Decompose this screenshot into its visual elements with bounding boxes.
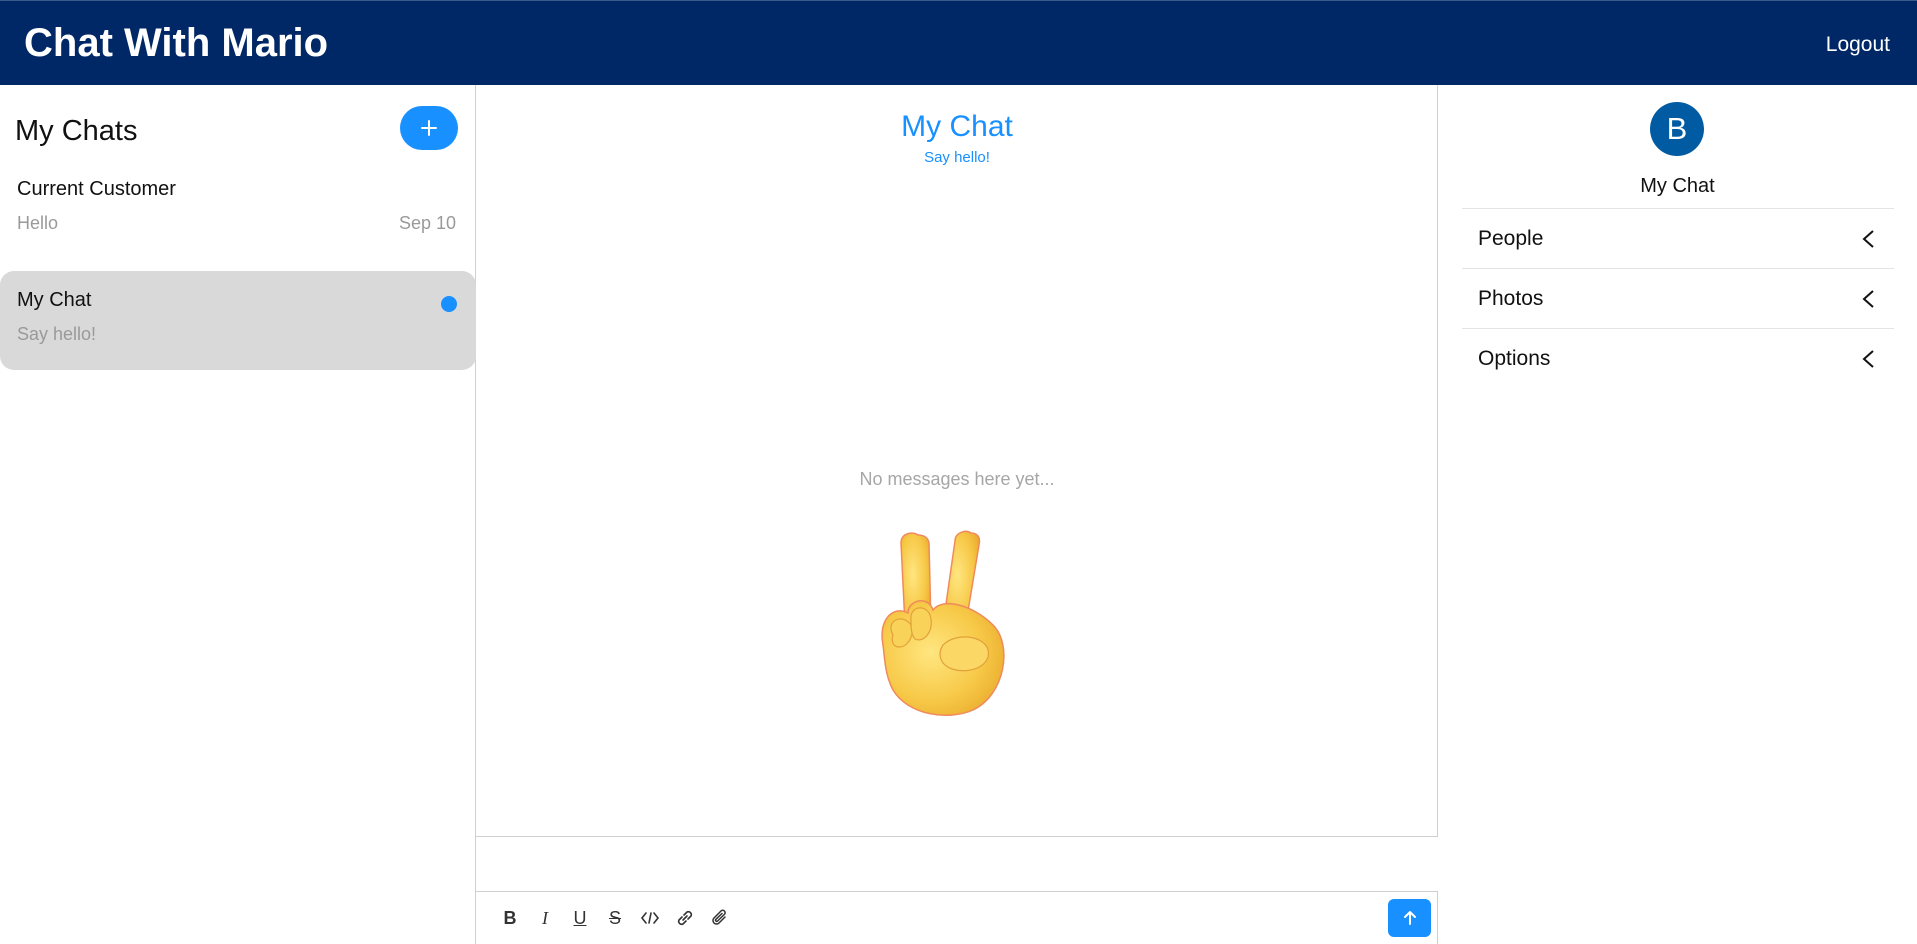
avatar: B: [1650, 102, 1704, 156]
message-input[interactable]: [476, 837, 1438, 891]
message-composer[interactable]: [476, 836, 1438, 892]
underline-icon[interactable]: U: [568, 906, 592, 930]
chevron-left-icon: [1862, 350, 1874, 368]
arrow-up-icon: [1403, 911, 1416, 925]
chat-details-panel: B My Chat People Photos Options: [1438, 85, 1917, 944]
formatting-toolbar: B I U S: [476, 892, 1438, 944]
send-button[interactable]: [1388, 899, 1431, 937]
victory-hand-emoji: [881, 530, 1005, 717]
chat-date: Sep 10: [398, 213, 456, 233]
italic-icon[interactable]: I: [533, 906, 557, 930]
new-chat-button[interactable]: [400, 106, 458, 150]
bold-icon[interactable]: B: [498, 906, 522, 930]
attachment-icon[interactable]: [708, 906, 732, 930]
unread-indicator: [441, 296, 457, 312]
strikethrough-icon[interactable]: S: [603, 906, 627, 930]
chat-list-panel: My Chats Current Customer Hello Sep 10 M…: [0, 85, 476, 944]
top-bar: Chat With Mario Logout: [0, 0, 1917, 85]
plus-icon: [421, 120, 437, 136]
section-options[interactable]: Options: [1462, 328, 1894, 388]
chat-list-item[interactable]: Current Customer Hello Sep 10: [0, 160, 476, 259]
section-photos[interactable]: Photos: [1462, 268, 1894, 328]
chevron-left-icon: [1862, 230, 1874, 248]
chat-name: Current Customer: [17, 178, 176, 200]
chat-subtitle: Say hello!: [924, 149, 990, 166]
section-label: Options: [1478, 347, 1551, 370]
link-icon[interactable]: [673, 906, 697, 930]
logout-button[interactable]: Logout: [1826, 33, 1890, 57]
section-people[interactable]: People: [1462, 208, 1894, 268]
chat-preview: Hello: [17, 213, 59, 233]
details-title: My Chat: [1640, 175, 1715, 197]
empty-state-text: No messages here yet...: [859, 469, 1055, 489]
code-icon[interactable]: [638, 906, 662, 930]
section-label: People: [1478, 227, 1544, 250]
chat-name: My Chat: [17, 289, 92, 311]
chat-window: My Chat Say hello! No messages here yet.…: [476, 85, 1438, 944]
app-title: Chat With Mario: [24, 21, 329, 65]
chat-title: My Chat: [901, 110, 1013, 143]
chat-list-item-active[interactable]: My Chat Say hello!: [0, 271, 476, 370]
chevron-left-icon: [1862, 290, 1874, 308]
chat-list-title: My Chats: [15, 115, 138, 147]
section-label: Photos: [1478, 287, 1544, 310]
chat-preview: Say hello!: [17, 324, 97, 344]
